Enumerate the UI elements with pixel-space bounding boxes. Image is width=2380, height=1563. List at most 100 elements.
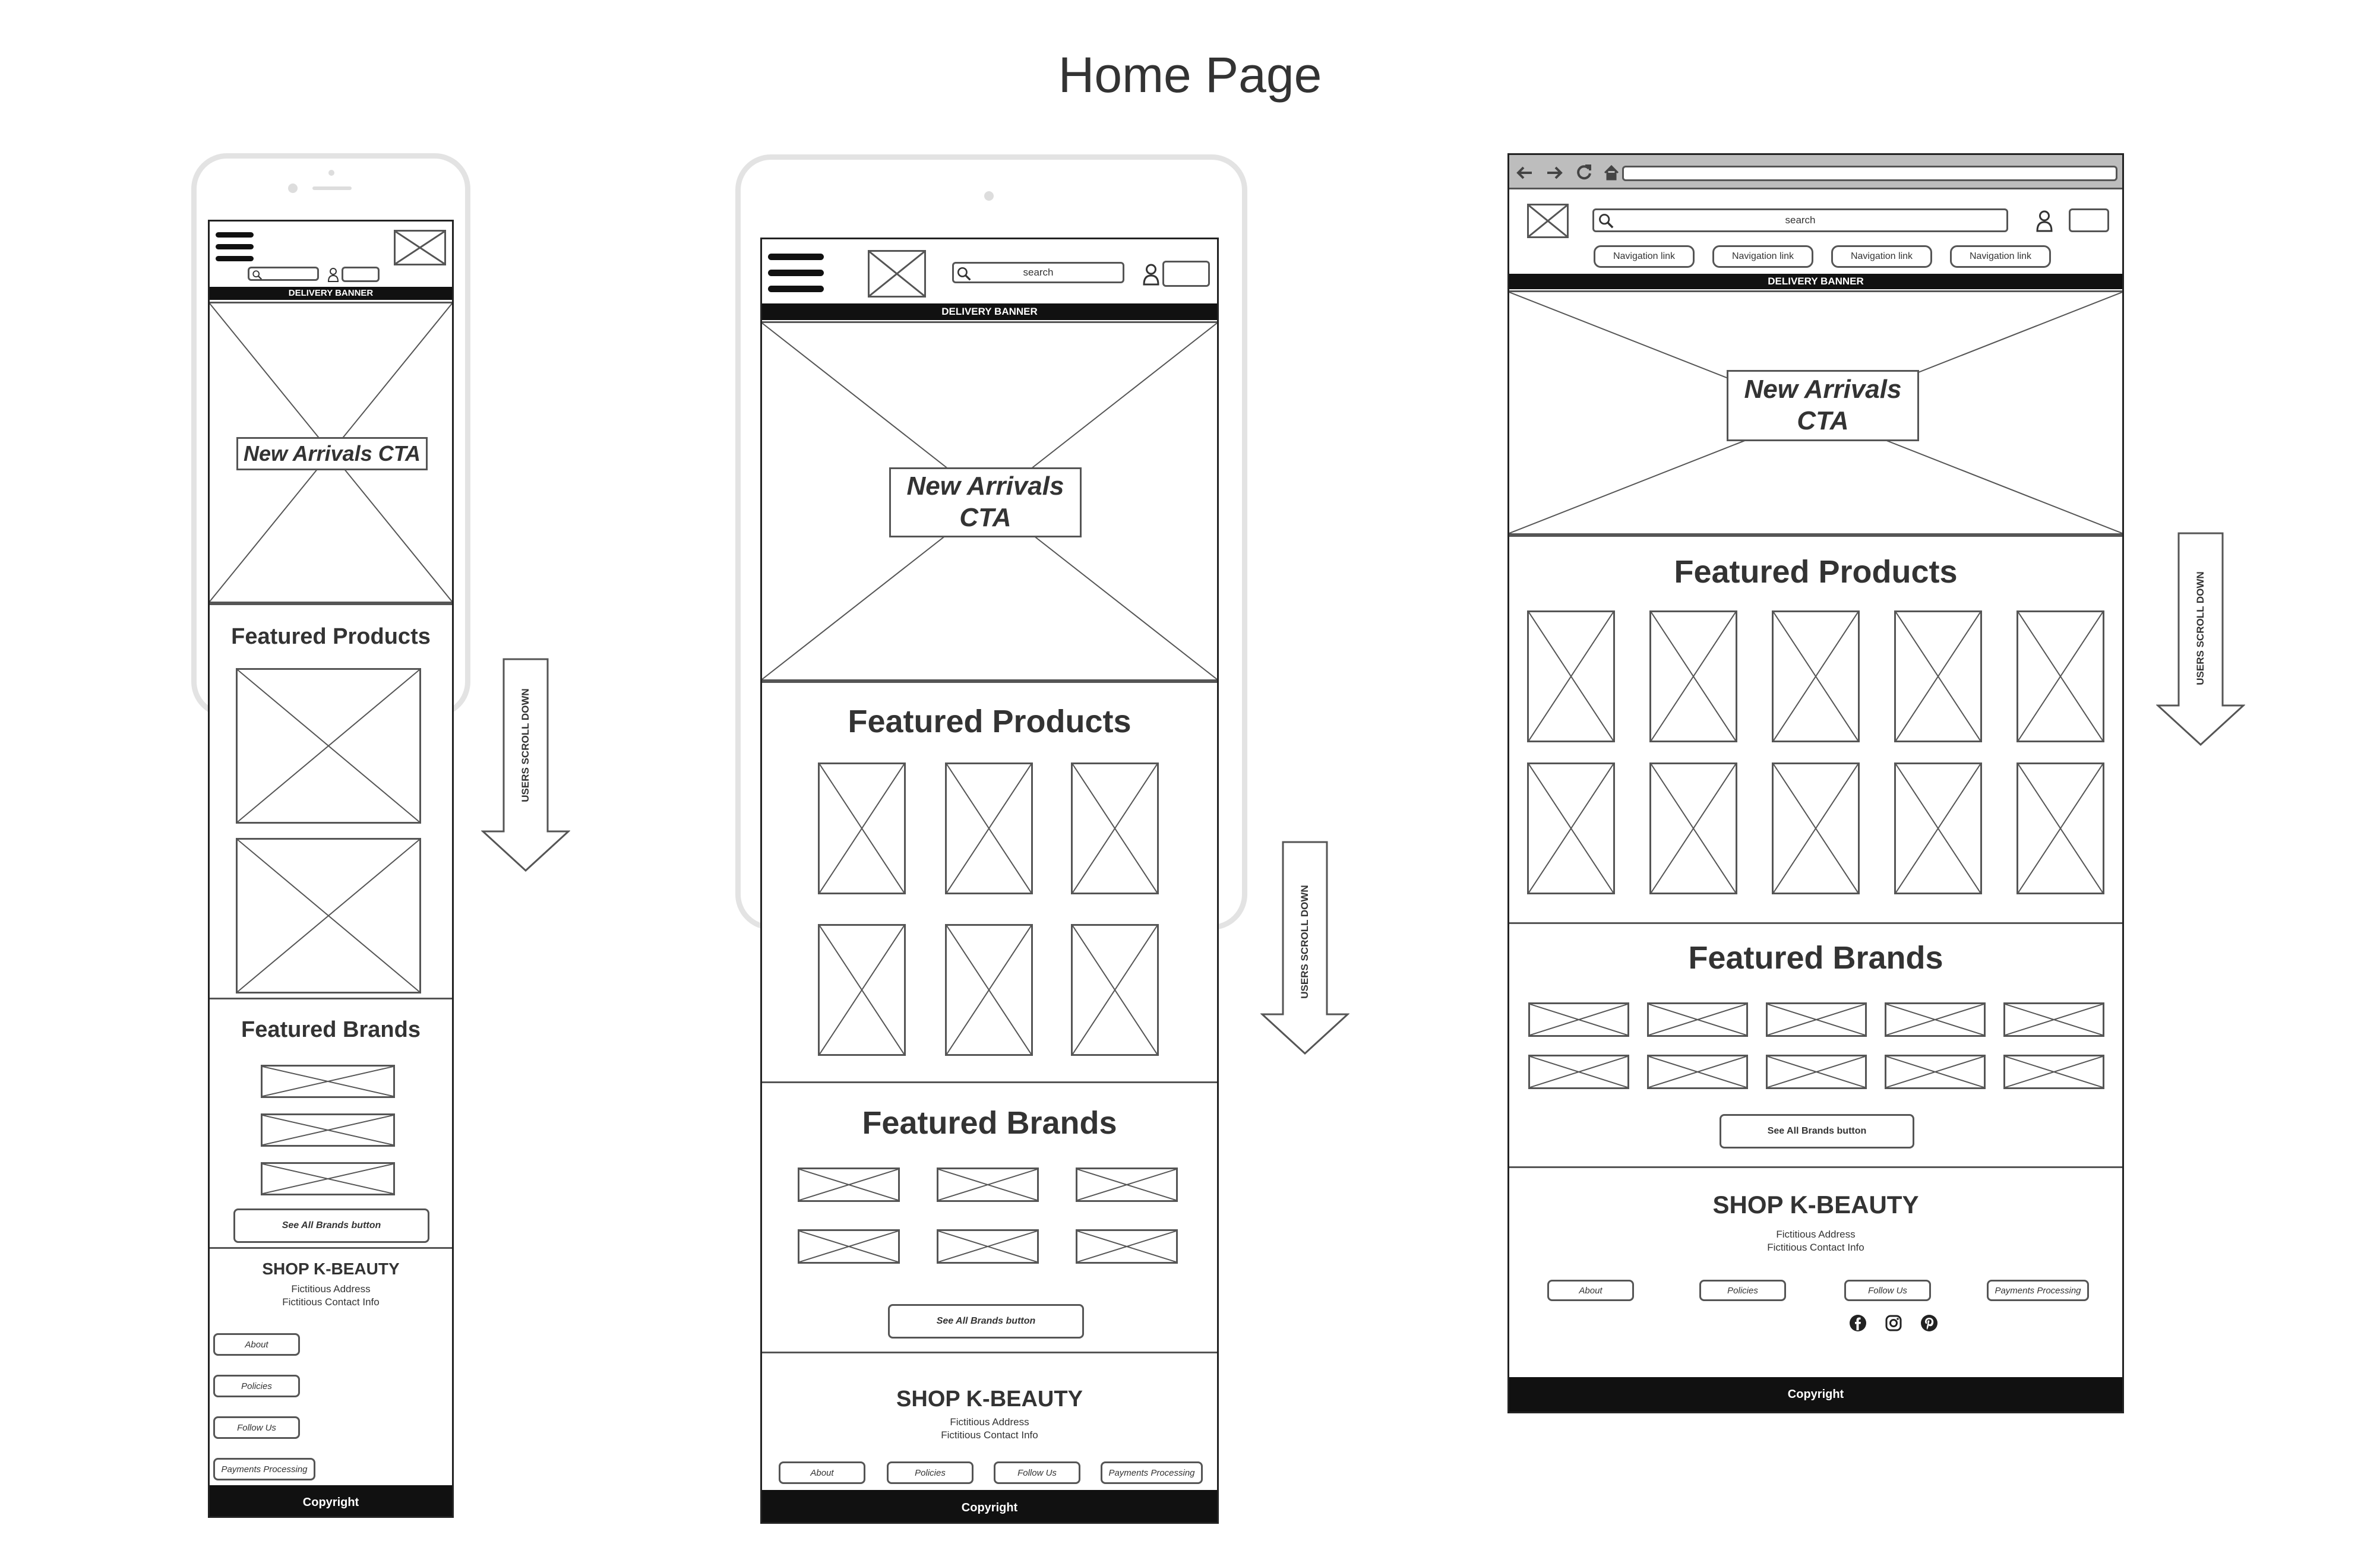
back-arrow-icon[interactable] — [1515, 164, 1534, 181]
product-image[interactable] — [1649, 610, 1737, 742]
product-image[interactable] — [236, 668, 421, 824]
product-image[interactable] — [945, 762, 1033, 894]
product-image[interactable] — [2016, 762, 2104, 894]
see-all-brands-button[interactable]: See All Brands button — [888, 1304, 1084, 1339]
user-icon[interactable] — [327, 267, 339, 282]
featured-brands-title: Featured Brands — [1688, 940, 1943, 976]
see-all-brands-button[interactable]: See All Brands button — [1720, 1114, 1914, 1148]
cart-icon[interactable] — [342, 267, 380, 282]
brand-logo[interactable] — [1076, 1167, 1178, 1202]
brand-logo[interactable] — [1076, 1229, 1178, 1264]
brand-logo[interactable] — [2003, 1055, 2104, 1089]
user-icon[interactable] — [2036, 208, 2053, 232]
nav-link[interactable]: Navigation link — [1950, 245, 2051, 268]
payments-processing-link[interactable]: Payments Processing — [213, 1458, 315, 1480]
brand-logo[interactable] — [1647, 1055, 1748, 1089]
search-placeholder: search — [1023, 267, 1054, 278]
follow-us-link[interactable]: Follow Us — [1844, 1280, 1931, 1301]
product-image[interactable] — [818, 924, 906, 1056]
featured-products-title: Featured Products — [848, 704, 1131, 739]
brand-logo[interactable] — [1885, 1002, 1986, 1037]
brand-logo[interactable] — [1766, 1055, 1867, 1089]
home-icon[interactable] — [1603, 164, 1620, 181]
shop-contact: Fictitious Contact Info — [282, 1296, 380, 1308]
follow-us-link[interactable]: Follow Us — [994, 1461, 1080, 1484]
user-icon[interactable] — [1142, 262, 1160, 286]
brand-logo[interactable] — [798, 1229, 900, 1264]
product-image[interactable] — [1894, 610, 1982, 742]
brand-logo[interactable] — [1528, 1055, 1629, 1089]
address-bar[interactable] — [1622, 166, 2117, 181]
copyright-bar: Copyright — [762, 1490, 1217, 1522]
search-input[interactable] — [248, 267, 319, 281]
product-image[interactable] — [818, 762, 906, 894]
product-image[interactable] — [1527, 762, 1615, 894]
brand-logo[interactable] — [261, 1065, 395, 1098]
see-all-brands-button[interactable]: See All Brands button — [233, 1208, 429, 1243]
tablet-camera — [984, 191, 994, 201]
featured-brands-section: Featured Brands See All Brands button — [762, 1081, 1217, 1353]
product-image[interactable] — [1071, 762, 1159, 894]
footer-section: SHOP K-BEAUTY Fictitious Address Fictiti… — [1509, 1169, 2122, 1377]
product-image[interactable] — [2016, 610, 2104, 742]
follow-us-link[interactable]: Follow Us — [213, 1416, 300, 1439]
hamburger-menu-icon[interactable] — [216, 232, 254, 262]
search-input[interactable]: search — [1592, 208, 2008, 232]
new-arrivals-cta[interactable]: New Arrivals CTA — [1727, 370, 1919, 441]
new-arrivals-cta[interactable]: New Arrivals CTA — [236, 437, 428, 470]
logo-placeholder-icon — [394, 230, 446, 265]
product-image[interactable] — [945, 924, 1033, 1056]
nav-link[interactable]: Navigation link — [1712, 245, 1813, 268]
product-image[interactable] — [1649, 762, 1737, 894]
brand-logo[interactable] — [1766, 1002, 1867, 1037]
search-input[interactable]: search — [952, 262, 1124, 283]
brand-logo[interactable] — [1885, 1055, 1986, 1089]
mobile-sensor — [328, 170, 334, 176]
policies-link[interactable]: Policies — [1699, 1280, 1786, 1301]
brand-logo[interactable] — [798, 1167, 900, 1202]
policies-link[interactable]: Policies — [887, 1461, 974, 1484]
product-image[interactable] — [1527, 610, 1615, 742]
cta-line-2: CTA — [959, 503, 1012, 532]
shop-contact: Fictitious Contact Info — [1767, 1242, 1864, 1253]
new-arrivals-cta[interactable]: New Arrivals CTA — [889, 467, 1082, 537]
scroll-hint-label: USERS SCROLL DOWN — [2195, 571, 2206, 685]
search-placeholder: search — [1785, 214, 1816, 226]
brand-logo[interactable] — [261, 1162, 395, 1195]
brand-logo[interactable] — [1528, 1002, 1629, 1037]
forward-arrow-icon[interactable] — [1545, 164, 1564, 181]
payments-processing-link[interactable]: Payments Processing — [1987, 1280, 2089, 1301]
about-link[interactable]: About — [213, 1333, 300, 1356]
facebook-icon[interactable] — [1849, 1314, 1867, 1332]
pinterest-icon[interactable] — [1920, 1314, 1938, 1332]
desktop-browser: search Navigation link Navigation link N… — [1507, 153, 2124, 1413]
brand-logo[interactable] — [261, 1113, 395, 1147]
product-image[interactable] — [1772, 762, 1860, 894]
featured-brands-section: Featured Brands See All Brands button — [210, 998, 452, 1247]
product-image[interactable] — [1894, 762, 1982, 894]
product-image[interactable] — [236, 838, 421, 994]
nav-link[interactable]: Navigation link — [1594, 245, 1695, 268]
about-link[interactable]: About — [1547, 1280, 1634, 1301]
scroll-hint-label: USERS SCROLL DOWN — [520, 688, 531, 802]
nav-link[interactable]: Navigation link — [1831, 245, 1932, 268]
featured-products-title: Featured Products — [1674, 554, 1958, 590]
hamburger-menu-icon[interactable] — [768, 254, 824, 293]
cart-icon[interactable] — [2069, 208, 2109, 232]
brand-logo[interactable] — [937, 1167, 1039, 1202]
magnifier-icon — [957, 267, 971, 281]
footer-section: SHOP K-BEAUTY Fictitious Address Fictiti… — [210, 1247, 452, 1485]
brand-logo[interactable] — [2003, 1002, 2104, 1037]
product-image[interactable] — [1772, 610, 1860, 742]
product-image[interactable] — [1071, 924, 1159, 1056]
mobile-camera — [288, 183, 298, 193]
brand-logo[interactable] — [937, 1229, 1039, 1264]
instagram-icon[interactable] — [1885, 1314, 1902, 1332]
policies-link[interactable]: Policies — [213, 1375, 300, 1397]
about-link[interactable]: About — [779, 1461, 865, 1484]
payments-processing-link[interactable]: Payments Processing — [1101, 1461, 1203, 1484]
cta-line-1: New Arrivals — [906, 472, 1064, 501]
brand-logo[interactable] — [1647, 1002, 1748, 1037]
reload-icon[interactable] — [1575, 163, 1592, 181]
cart-icon[interactable] — [1162, 261, 1210, 287]
